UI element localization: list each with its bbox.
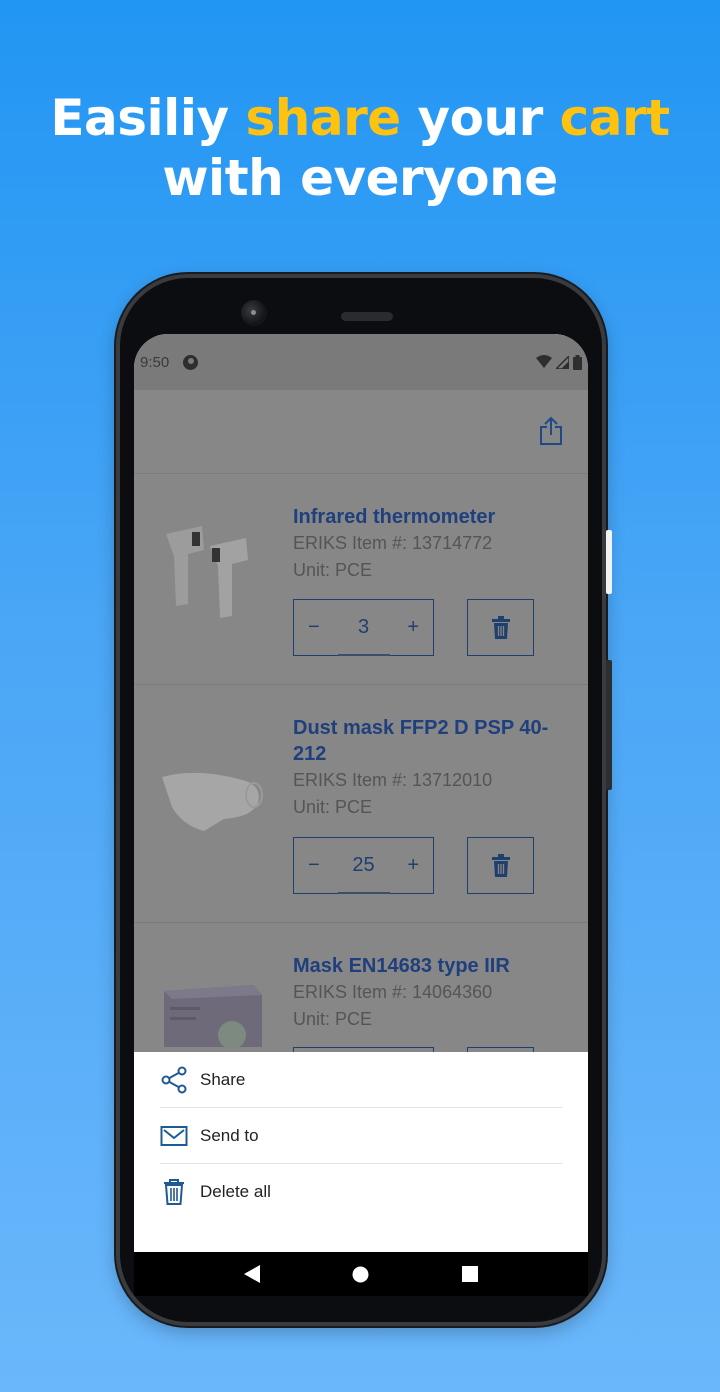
delete-item-button[interactable] [467,837,534,894]
signal-icon [556,355,569,369]
front-camera [241,300,267,326]
cart-item: Infrared thermometer ERIKS Item #: 13714… [134,474,588,685]
app-notification-icon [183,354,199,370]
cart-item: Dust mask FFP2 D PSP 40-212 ERIKS Item #… [134,685,588,923]
status-time: 9:50 [140,353,170,371]
quantity-input[interactable]: 25 [352,854,374,877]
recents-icon[interactable] [461,1266,478,1282]
item-unit: Unit: PCE [293,1009,373,1029]
headline-line-1: Easiliy share your cart [50,89,670,147]
trash-icon [164,1178,184,1205]
item-number: ERIKS Item #: 14064360 [293,982,493,1002]
item-title[interactable]: Mask EN14683 type IIR [293,953,553,979]
home-icon[interactable] [352,1266,369,1283]
mail-icon [160,1125,188,1146]
infrared-thermometer-image [166,526,248,618]
power-button [606,530,612,594]
mask-box-image [164,985,262,1047]
sheet-item-send-to[interactable]: Send to [134,1108,588,1163]
cart-list: Infrared thermometer ERIKS Item #: 13714… [134,474,588,1123]
sheet-item-share[interactable]: Share [134,1052,588,1107]
quantity-input[interactable]: 3 [358,616,369,639]
trash-icon [491,615,510,639]
android-nav-bar [134,1252,588,1296]
status-bar: 9:50 [134,334,588,390]
decrement-button[interactable]: − [308,854,320,877]
trash-icon [491,853,510,877]
wifi-icon [536,355,552,368]
item-number: ERIKS Item #: 13712010 [293,770,493,790]
sheet-item-label: Delete all [200,1181,271,1201]
item-title[interactable]: Dust mask FFP2 D PSP 40-212 [293,715,553,767]
quantity-stepper: − 3 + [293,599,434,656]
item-number: ERIKS Item #: 13714772 [293,533,493,553]
quantity-underline [338,654,390,656]
item-unit: Unit: PCE [293,797,373,817]
delete-item-button[interactable] [467,599,534,656]
sheet-item-label: Send to [200,1125,259,1145]
headline-line-2: with everyone [162,149,558,207]
battery-icon [573,354,582,370]
phone-screen: 9:50 Infrared thermometer ERIKS Item #: … [134,334,588,1252]
item-title[interactable]: Infrared thermometer [293,504,553,530]
share-icon [161,1066,187,1093]
sheet-item-label: Share [200,1069,246,1089]
share-upload-icon[interactable] [538,416,564,446]
back-icon[interactable] [244,1265,261,1283]
increment-button[interactable]: + [407,854,419,877]
app-bar [134,390,588,474]
item-unit: Unit: PCE [293,560,373,580]
decrement-button[interactable]: − [308,616,320,639]
promo-headline: Easiliy share your cart with everyone [0,88,720,208]
sheet-item-delete-all[interactable]: Delete all [134,1164,588,1219]
quantity-underline [338,892,390,894]
increment-button[interactable]: + [407,616,419,639]
dust-mask-image [162,772,263,831]
volume-button [606,660,612,790]
earpiece-speaker [341,312,393,321]
bottom-sheet-menu: Share Send to Delete all [134,1052,588,1252]
quantity-stepper: − 25 + [293,837,434,894]
